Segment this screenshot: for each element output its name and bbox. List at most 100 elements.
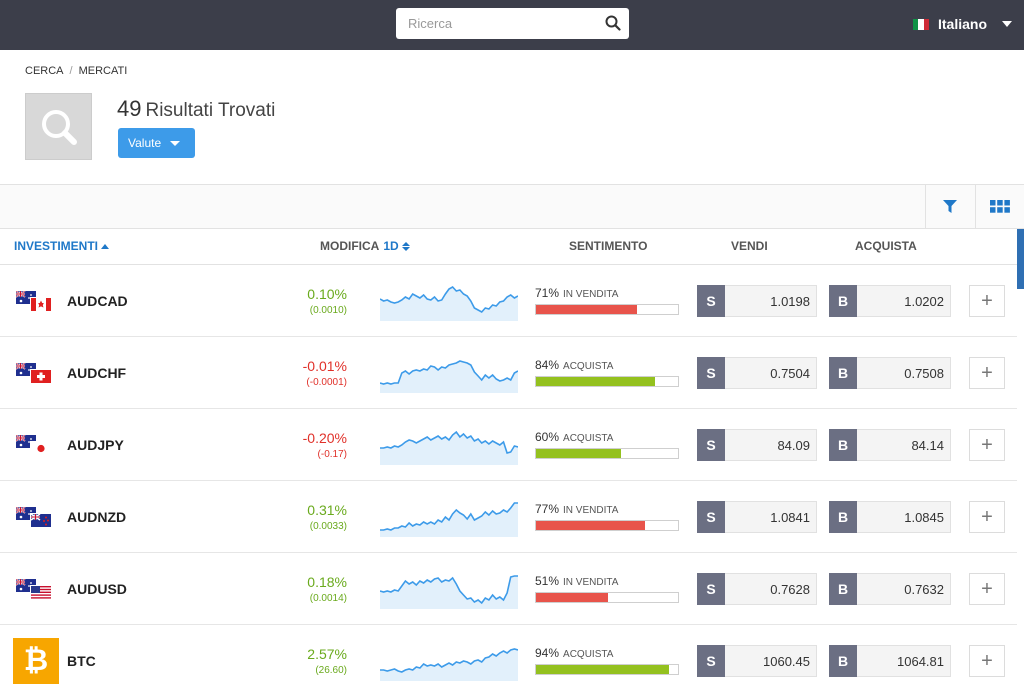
change-absolute: (-0.0001) <box>306 377 347 388</box>
change-cell: 0.18% (0.0014) <box>307 574 347 604</box>
table-row[interactable]: AUDJPY -0.20% (-0.17) 60% ACQUISTA S 84.0… <box>0 409 1017 481</box>
results-heading: 49 Risultati Trovati <box>117 96 275 122</box>
sentiment-bar-fill <box>536 305 637 314</box>
buy-button[interactable]: B 0.7632 <box>829 573 951 605</box>
sort-icon[interactable] <box>401 241 410 251</box>
sell-tag: S <box>697 645 725 677</box>
table-row[interactable]: ₿ BTC 2.57% (26.60) 94% ACQUISTA S 1060.4… <box>0 625 1017 686</box>
sentiment-side: IN VENDITA <box>563 505 619 516</box>
change-cell: 2.57% (26.60) <box>307 646 347 676</box>
search-icon[interactable] <box>605 15 621 31</box>
table-row[interactable]: AUDCHF -0.01% (-0.0001) 84% ACQUISTA S 0.… <box>0 337 1017 409</box>
italy-flag-icon <box>913 18 929 30</box>
sentiment-side: ACQUISTA <box>563 433 614 444</box>
sparkline-area <box>380 649 518 681</box>
search-input[interactable] <box>396 8 596 39</box>
instrument-symbol[interactable]: AUDUSD <box>67 581 127 597</box>
sparkline-area <box>380 432 518 465</box>
buy-tag: B <box>829 501 857 533</box>
sentiment-percent: 60% <box>535 430 560 444</box>
add-to-watchlist-button[interactable]: + <box>969 429 1005 461</box>
sentiment-bar-fill <box>536 593 609 602</box>
sell-tag: S <box>697 573 725 605</box>
grid-view-button[interactable] <box>975 185 1024 228</box>
buy-price: 0.7632 <box>857 573 951 605</box>
sell-tag: S <box>697 429 725 461</box>
buy-tag: B <box>829 357 857 389</box>
language-label[interactable]: Italiano <box>938 16 987 32</box>
change-percent: 0.18% <box>307 574 347 590</box>
sentiment-side: IN VENDITA <box>563 289 619 300</box>
column-investments-label: INVESTIMENTI <box>14 239 99 253</box>
sentiment-bar-fill <box>536 521 646 530</box>
instrument-symbol[interactable]: AUDNZD <box>67 509 126 525</box>
instrument-symbol[interactable]: AUDCHF <box>67 365 126 381</box>
table-row[interactable]: AUDUSD 0.18% (0.0014) 51% IN VENDITA S 0.… <box>0 553 1017 625</box>
add-to-watchlist-button[interactable]: + <box>969 357 1005 389</box>
language-selector[interactable]: Italiano <box>913 14 987 34</box>
column-change-label: MODIFICA <box>320 239 380 253</box>
sell-button[interactable]: S 1060.45 <box>697 645 817 677</box>
change-cell: 0.31% (0.0033) <box>307 502 347 532</box>
change-percent: -0.20% <box>302 430 347 446</box>
add-to-watchlist-button[interactable]: + <box>969 501 1005 533</box>
instrument-flags <box>15 434 56 457</box>
instrument-symbol[interactable]: BTC <box>67 653 96 669</box>
sentiment-label: 84% ACQUISTA <box>535 358 613 372</box>
new-zealand-flag-icon <box>30 513 51 527</box>
buy-button[interactable]: B 84.14 <box>829 429 951 461</box>
buy-tag: B <box>829 285 857 317</box>
sell-button[interactable]: S 1.0198 <box>697 285 817 317</box>
sentiment-percent: 77% <box>535 502 560 516</box>
add-to-watchlist-button[interactable]: + <box>969 645 1005 677</box>
market-list: AUDCAD 0.10% (0.0010) 71% IN VENDITA S 1.… <box>0 265 1017 686</box>
buy-button[interactable]: B 1.0845 <box>829 501 951 533</box>
sell-button[interactable]: S 1.0841 <box>697 501 817 533</box>
instrument-symbol[interactable]: AUDJPY <box>67 437 124 453</box>
sentiment-side: IN VENDITA <box>563 577 619 588</box>
buy-tag: B <box>829 429 857 461</box>
sell-price: 84.09 <box>725 429 817 461</box>
sell-button[interactable]: S 0.7628 <box>697 573 817 605</box>
asset-class-label: Valute <box>128 136 162 150</box>
sell-price: 0.7628 <box>725 573 817 605</box>
sparkline-chart <box>380 502 518 537</box>
sentiment-bar <box>535 304 679 315</box>
breadcrumb-item-markets[interactable]: MERCATI <box>79 65 128 77</box>
change-absolute: (26.60) <box>315 665 347 676</box>
period-selector[interactable]: 1D <box>383 239 398 253</box>
change-absolute: (-0.17) <box>317 449 347 460</box>
sell-price: 1.0841 <box>725 501 817 533</box>
table-row[interactable]: AUDNZD 0.31% (0.0033) 77% IN VENDITA S 1.… <box>0 481 1017 553</box>
sentiment-bar-fill <box>536 449 622 458</box>
results-count: 49 <box>117 96 142 121</box>
sparkline-chart <box>380 430 518 465</box>
add-to-watchlist-button[interactable]: + <box>969 573 1005 605</box>
change-percent: -0.01% <box>302 358 347 374</box>
buy-button[interactable]: B 0.7508 <box>829 357 951 389</box>
column-change[interactable]: MODIFICA 1D <box>320 239 410 253</box>
breadcrumb: CERCA / MERCATI <box>25 65 127 77</box>
table-row[interactable]: AUDCAD 0.10% (0.0010) 71% IN VENDITA S 1.… <box>0 265 1017 337</box>
table-header: INVESTIMENTI MODIFICA 1D SENTIMENTO VEND… <box>0 229 1024 265</box>
sentiment-bar <box>535 592 679 603</box>
add-to-watchlist-button[interactable]: + <box>969 285 1005 317</box>
sentiment-label: 60% ACQUISTA <box>535 430 613 444</box>
sell-tag: S <box>697 501 725 533</box>
buy-price: 1.0202 <box>857 285 951 317</box>
breadcrumb-item-search[interactable]: CERCA <box>25 65 64 77</box>
sell-button[interactable]: S 0.7504 <box>697 357 817 389</box>
asset-class-dropdown[interactable]: Valute <box>118 128 195 158</box>
buy-button[interactable]: B 1064.81 <box>829 645 951 677</box>
scrollbar[interactable] <box>1017 229 1024 289</box>
instrument-symbol[interactable]: AUDCAD <box>67 293 128 309</box>
buy-price: 1.0845 <box>857 501 951 533</box>
buy-button[interactable]: B 1.0202 <box>829 285 951 317</box>
column-investments[interactable]: INVESTIMENTI <box>14 239 110 253</box>
search-box[interactable] <box>396 8 629 39</box>
filter-button[interactable] <box>925 185 974 228</box>
sell-button[interactable]: S 84.09 <box>697 429 817 461</box>
chevron-down-icon[interactable] <box>1002 21 1012 27</box>
sentiment-bar-fill <box>536 377 656 386</box>
sell-price: 0.7504 <box>725 357 817 389</box>
